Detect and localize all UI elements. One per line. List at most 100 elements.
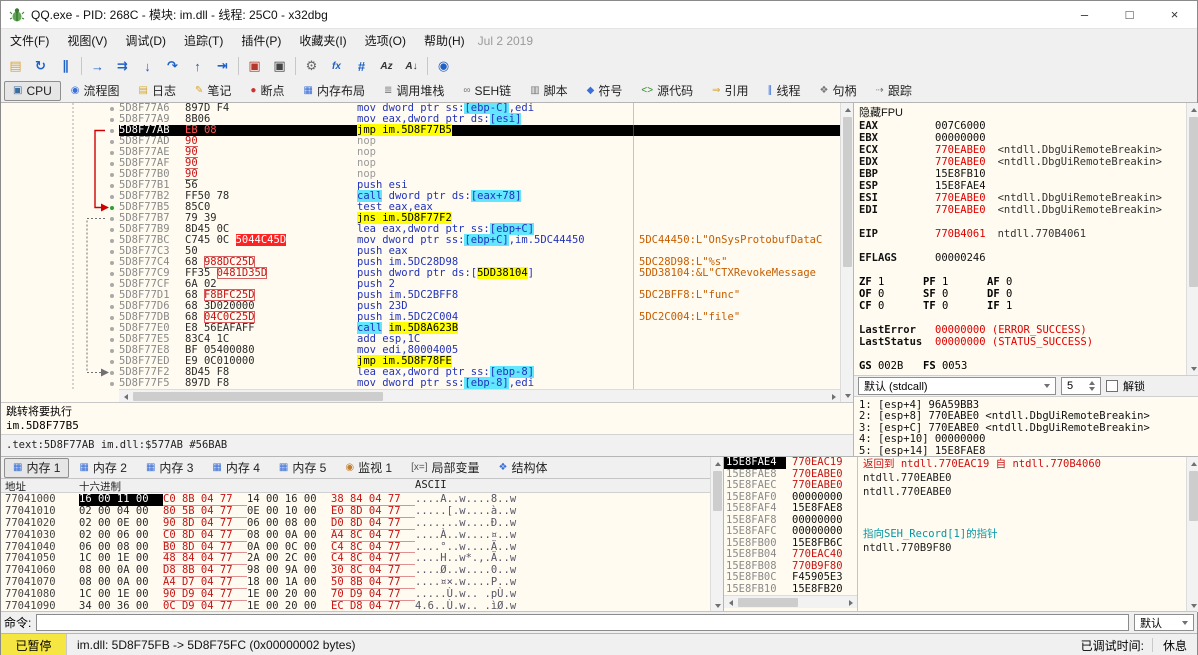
run-to-cursor-icon[interactable]: ⇥ bbox=[210, 55, 235, 77]
stack-row[interactable]: 15E8FAF4 15E8FAE8 bbox=[724, 502, 857, 515]
menu-item-7[interactable]: 帮助(H) bbox=[415, 29, 474, 53]
hide-fpu-button[interactable]: 隐藏FPU bbox=[854, 103, 1198, 119]
menu-item-3[interactable]: 追踪(T) bbox=[175, 29, 232, 53]
settings-icon[interactable]: ⚙ bbox=[299, 55, 324, 77]
register-scrollbar-vertical[interactable] bbox=[1186, 103, 1198, 375]
stack-row[interactable]: 15E8FAEC 770EABE0 bbox=[724, 479, 857, 492]
pause-icon[interactable]: ∥ bbox=[53, 55, 78, 77]
view-tab-6[interactable]: ≣ 调用堆栈 bbox=[375, 81, 453, 101]
view-tab-3[interactable]: ✎ 笔记 bbox=[186, 81, 240, 101]
breakpoint-dot-icon[interactable] bbox=[1, 301, 119, 312]
dump-tab-6[interactable]: [x=] 局部变量 bbox=[402, 458, 488, 478]
register-line[interactable]: ZF 1 PF 1 AF 0 bbox=[859, 276, 1184, 288]
register-line[interactable]: EFLAGS 00000246 bbox=[859, 252, 1184, 264]
calculator-icon[interactable]: fx bbox=[324, 55, 349, 77]
stack-row[interactable]: 15E8FB04 770EAC40 bbox=[724, 548, 857, 561]
register-line[interactable]: LastStatus 00000000 (STATUS_SUCCESS) bbox=[859, 336, 1184, 348]
dump-tab-5[interactable]: ◉ 监视 1 bbox=[336, 458, 401, 478]
disassembly-scrollbar-horizontal[interactable] bbox=[119, 389, 840, 402]
register-line[interactable]: EBX 00000000 bbox=[859, 132, 1184, 144]
command-profile-select[interactable]: 默认 bbox=[1134, 614, 1194, 631]
breakpoint-dot-icon[interactable] bbox=[1, 224, 119, 235]
register-line[interactable]: ESI 770EABE0 <ntdll.DbgUiRemoteBreakin> bbox=[859, 192, 1184, 204]
view-tab-7[interactable]: ∞ SEH链 bbox=[454, 81, 520, 101]
breakpoint-dot-icon[interactable] bbox=[1, 367, 119, 378]
breakpoint-dot-icon[interactable] bbox=[1, 312, 119, 323]
breakpoint-dot-icon[interactable] bbox=[1, 180, 119, 191]
step-over-icon[interactable]: ↷ bbox=[160, 55, 185, 77]
menu-item-6[interactable]: 选项(O) bbox=[356, 29, 415, 53]
argument-count-stepper[interactable]: 5 bbox=[1061, 377, 1101, 395]
breakpoint-dot-icon[interactable] bbox=[1, 345, 119, 356]
register-line[interactable]: EBP 15E8FB10 bbox=[859, 168, 1184, 180]
view-tab-8[interactable]: ▥ 脚本 bbox=[521, 81, 576, 101]
breakpoint-dot-icon[interactable] bbox=[1, 268, 119, 279]
sort-icon[interactable]: A↓ bbox=[399, 55, 424, 77]
view-tab-5[interactable]: ▦ 内存布局 bbox=[294, 81, 373, 101]
stack-scrollbar-vertical[interactable] bbox=[1186, 457, 1198, 612]
breakpoint-dot-icon[interactable] bbox=[1, 235, 119, 246]
breakpoint-dot-icon[interactable] bbox=[1, 191, 119, 202]
calling-convention-select[interactable]: 默认 (stdcall) bbox=[858, 377, 1056, 395]
disassembly-scrollbar-vertical[interactable] bbox=[840, 103, 853, 402]
stack-scrollbar-horizontal[interactable] bbox=[724, 595, 857, 608]
run-icon[interactable]: → bbox=[85, 55, 110, 77]
register-line[interactable]: CF 0 TF 0 IF 1 bbox=[859, 300, 1184, 312]
breakpoint-dot-icon[interactable] bbox=[1, 125, 119, 136]
breakpoint-dot-icon[interactable] bbox=[1, 246, 119, 257]
stack-row[interactable]: 15E8FB10 15E8FB20 bbox=[724, 583, 857, 596]
register-line[interactable]: EIP 770B4061 ntdll.770B4061 bbox=[859, 228, 1184, 240]
breakpoint-dot-icon[interactable] bbox=[1, 202, 119, 213]
menu-item-4[interactable]: 插件(P) bbox=[232, 29, 290, 53]
breakpoint-dot-icon[interactable] bbox=[1, 323, 119, 334]
view-tab-9[interactable]: ◆ 符号 bbox=[578, 81, 632, 101]
breakpoint-dot-icon[interactable] bbox=[1, 290, 119, 301]
disasm-row[interactable]: 5D8F77F5 897D F8 mov dword ptr ss:[ebp-8],… bbox=[1, 377, 840, 389]
unlock-checkbox[interactable] bbox=[1106, 380, 1118, 392]
dump-tab-0[interactable]: ▦ 内存 1 bbox=[4, 457, 70, 478]
minimize-button[interactable]: – bbox=[1062, 1, 1107, 28]
breakpoint-dot-icon[interactable] bbox=[1, 136, 119, 147]
breakpoint-dot-icon[interactable] bbox=[1, 257, 119, 268]
trace-record-icon[interactable]: ▣ bbox=[242, 55, 267, 77]
breakpoint-dot-icon[interactable] bbox=[1, 147, 119, 158]
open-file-icon[interactable]: ▤ bbox=[3, 55, 28, 77]
dump-row[interactable]: 77041030 02 00 06 00 C0 8D 04 77 08 00 0A 0… bbox=[1, 529, 710, 542]
menu-item-0[interactable]: 文件(F) bbox=[1, 29, 58, 53]
register-line[interactable]: GS 002B FS 0053 bbox=[859, 360, 1184, 372]
dump-row[interactable]: 77041020 02 00 0E 00 90 8D 04 77 06 00 08 0… bbox=[1, 517, 710, 530]
breakpoint-dot-icon[interactable] bbox=[1, 158, 119, 169]
view-tab-1[interactable]: ◉ 流程图 bbox=[62, 81, 129, 101]
view-tab-11[interactable]: ⇒ 引用 bbox=[703, 81, 757, 101]
register-line[interactable]: EDX 770EABE0 <ntdll.DbgUiRemoteBreakin> bbox=[859, 156, 1184, 168]
strings-icon[interactable]: Az bbox=[374, 55, 399, 77]
view-tab-4[interactable]: ● 断点 bbox=[241, 81, 293, 101]
command-input[interactable] bbox=[36, 614, 1129, 631]
menu-item-2[interactable]: 调试(D) bbox=[116, 29, 175, 53]
view-tab-0[interactable]: ▣ CPU bbox=[4, 80, 61, 101]
help-icon[interactable]: ◉ bbox=[431, 55, 456, 77]
cpu-window-icon[interactable]: ▣ bbox=[267, 55, 292, 77]
breakpoint-dot-icon[interactable] bbox=[1, 279, 119, 290]
view-tab-12[interactable]: ∥ 线程 bbox=[758, 81, 809, 101]
register-line[interactable]: OF 0 SF 0 DF 0 bbox=[859, 288, 1184, 300]
register-line[interactable]: LastError 00000000 (ERROR_SUCCESS) bbox=[859, 324, 1184, 336]
view-tab-14[interactable]: ⇢ 跟踪 bbox=[866, 81, 920, 101]
close-button[interactable]: × bbox=[1152, 1, 1197, 28]
register-line[interactable]: EDI 770EABE0 <ntdll.DbgUiRemoteBreakin> bbox=[859, 204, 1184, 216]
stack-row[interactable]: 15E8FB0C F45905E3 bbox=[724, 571, 857, 584]
view-tab-13[interactable]: ❖ 句柄 bbox=[811, 81, 866, 101]
restart-icon[interactable]: ↻ bbox=[28, 55, 53, 77]
dump-tab-3[interactable]: ▦ 内存 4 bbox=[203, 458, 268, 478]
menu-item-1[interactable]: 视图(V) bbox=[58, 29, 116, 53]
step-out-icon[interactable]: ↑ bbox=[185, 55, 210, 77]
step-into-icon[interactable]: ↓ bbox=[135, 55, 160, 77]
breakpoint-dot-icon[interactable] bbox=[1, 103, 119, 114]
register-line[interactable]: ESP 15E8FAE4 bbox=[859, 180, 1184, 192]
register-line[interactable]: EAX 007C6000 bbox=[859, 120, 1184, 132]
view-tab-10[interactable]: <> 源代码 bbox=[632, 81, 702, 101]
dump-tab-1[interactable]: ▦ 内存 2 bbox=[70, 458, 135, 478]
menu-item-5[interactable]: 收藏夹(I) bbox=[290, 29, 355, 53]
dump-row[interactable]: 77041010 02 00 04 00 80 5B 04 77 0E 00 10 0… bbox=[1, 505, 710, 518]
breakpoint-dot-icon[interactable] bbox=[1, 334, 119, 345]
